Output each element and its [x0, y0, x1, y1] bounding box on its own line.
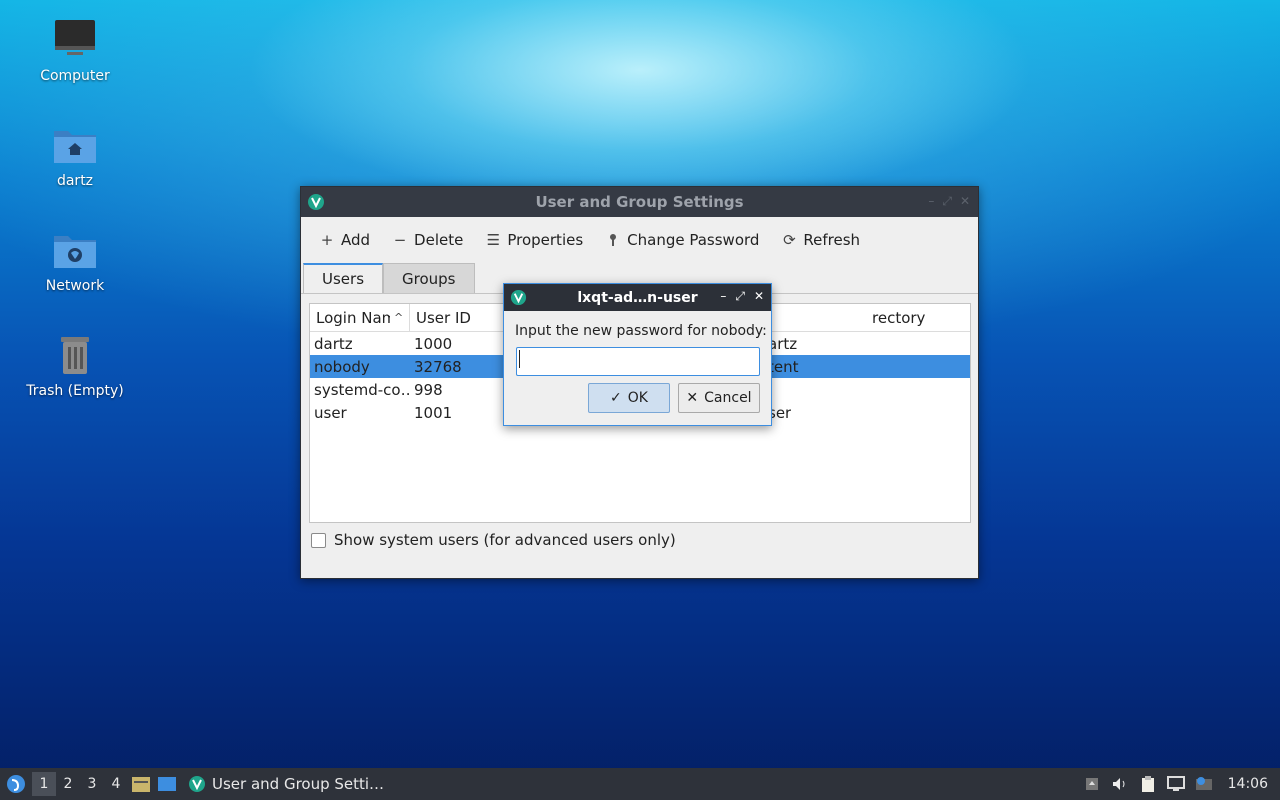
taskbar: 1 2 3 4 User and Group Setti… 14:06 — [0, 768, 1280, 800]
file-manager-launcher[interactable] — [128, 772, 154, 796]
desktop-icon-label: Computer — [40, 68, 110, 84]
minimize-icon[interactable]: – — [928, 194, 934, 209]
desktop-icon-label: dartz — [56, 173, 94, 189]
desktop-icon-network[interactable]: Network — [20, 226, 130, 294]
start-menu-button[interactable] — [0, 768, 32, 800]
desktop-icon-trash[interactable]: Trash (Empty) — [20, 331, 130, 399]
dialog-titlebar[interactable]: lxqt-ad…n-user – ⤢ ✕ — [504, 284, 771, 311]
properties-button[interactable]: ☰ Properties — [485, 231, 584, 249]
refresh-icon: ⟳ — [783, 231, 796, 249]
maximize-icon[interactable]: ⤢ — [735, 289, 745, 304]
desktop-icon — [158, 777, 176, 791]
notification-icon[interactable] — [1194, 774, 1214, 794]
refresh-button[interactable]: ⟳ Refresh — [781, 231, 860, 249]
dialog-prompt: Input the new password for nobody: — [515, 323, 767, 339]
window-title: User and Group Settings — [535, 193, 744, 211]
show-desktop-launcher[interactable] — [154, 772, 180, 796]
sort-ascending-icon: ^ — [394, 311, 404, 324]
eject-icon[interactable] — [1082, 774, 1102, 794]
workspace-3[interactable]: 3 — [80, 772, 104, 796]
system-tray: 14:06 — [1082, 768, 1280, 800]
tab-users[interactable]: Users — [303, 263, 384, 293]
network-folder-icon — [54, 236, 96, 268]
workspace-1[interactable]: 1 — [32, 772, 56, 796]
delete-button[interactable]: − Delete — [392, 231, 464, 249]
desktop-icon-home[interactable]: dartz — [20, 121, 130, 189]
window-titlebar[interactable]: User and Group Settings – ⤢ ✕ — [301, 187, 978, 217]
add-button[interactable]: + Add — [319, 231, 370, 249]
change-password-dialog: lxqt-ad…n-user – ⤢ ✕ Input the new passw… — [503, 283, 772, 426]
x-icon: ✕ — [686, 390, 699, 406]
computer-icon — [55, 20, 95, 55]
close-icon[interactable]: ✕ — [754, 289, 764, 304]
text-caret — [519, 350, 520, 368]
minus-icon: − — [393, 231, 407, 249]
show-system-users-label: Show system users (for advanced users on… — [334, 531, 676, 549]
clipboard-icon[interactable] — [1138, 774, 1158, 794]
network-status-icon[interactable] — [1166, 774, 1186, 794]
new-password-input[interactable] — [516, 347, 760, 376]
desktop-icon-computer[interactable]: Computer — [20, 16, 130, 84]
minimize-icon[interactable]: – — [720, 289, 726, 304]
trash-icon — [61, 337, 89, 374]
lxqt-logo-icon — [7, 775, 25, 793]
volume-icon[interactable] — [1110, 774, 1130, 794]
change-password-button[interactable]: Change Password — [605, 231, 759, 249]
maximize-icon[interactable]: ⤢ — [942, 194, 952, 209]
close-icon[interactable]: ✕ — [960, 194, 970, 209]
ok-button[interactable]: ✓ OK — [588, 383, 670, 413]
plus-icon: + — [320, 231, 334, 249]
workspace-2[interactable]: 2 — [56, 772, 80, 796]
app-icon — [189, 776, 205, 792]
taskbar-window-user-group-settings[interactable]: User and Group Setti… — [180, 768, 392, 800]
desktop-icon-label: Network — [45, 278, 105, 294]
clock[interactable]: 14:06 — [1228, 776, 1268, 792]
column-login-name[interactable]: Login Name ^ — [310, 304, 410, 331]
workspace-4[interactable]: 4 — [104, 772, 128, 796]
show-system-users-row[interactable]: Show system users (for advanced users on… — [311, 531, 676, 549]
home-folder-icon — [54, 131, 96, 163]
file-manager-icon — [132, 777, 150, 792]
desktop-icon-label: Trash (Empty) — [26, 383, 124, 399]
tab-groups[interactable]: Groups — [383, 263, 475, 293]
toolbar: + Add − Delete ☰ Properties Change Passw… — [301, 217, 978, 263]
list-icon: ☰ — [486, 231, 501, 249]
key-icon — [605, 232, 621, 248]
check-icon: ✓ — [610, 390, 622, 406]
cancel-button[interactable]: ✕ Cancel — [678, 383, 760, 413]
show-system-users-checkbox[interactable] — [311, 532, 326, 548]
column-user-id[interactable]: User ID — [410, 304, 510, 331]
